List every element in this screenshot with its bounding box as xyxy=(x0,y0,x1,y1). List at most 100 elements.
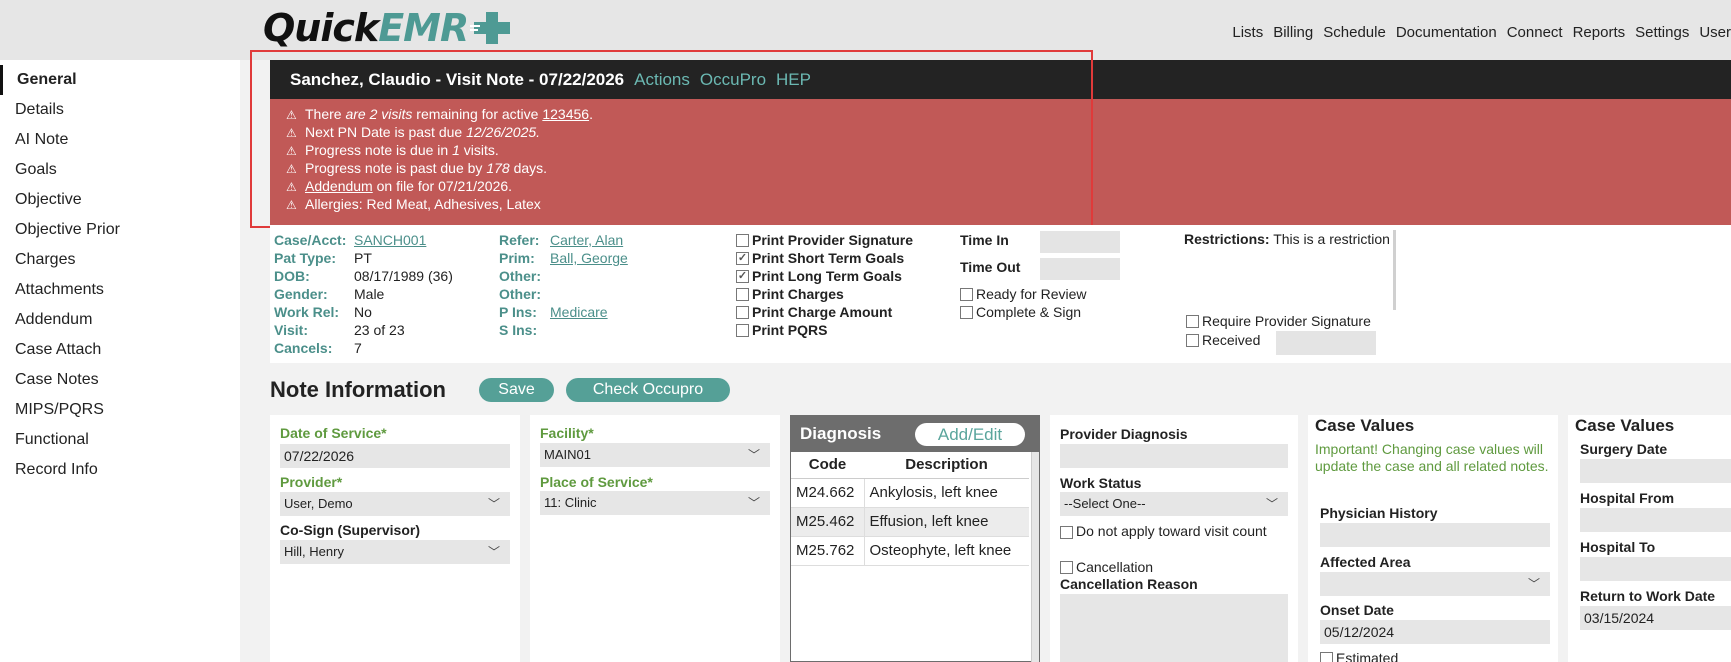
checkbox-empty[interactable] xyxy=(736,233,749,247)
sidebar-item-charges[interactable]: Charges xyxy=(0,245,240,275)
nav-user[interactable]: User xyxy=(1699,24,1731,41)
alert-progress-due: ⚠ Progress note is due in 1 visits. xyxy=(286,142,499,158)
diagnosis-scrollbar[interactable] xyxy=(1031,452,1039,662)
sidebar-item-goals[interactable]: Goals xyxy=(0,155,240,185)
chevron-down-icon: ﹀ xyxy=(747,496,760,510)
case-number-link[interactable]: 123456 xyxy=(542,106,589,122)
require-provider-signature-checkbox[interactable]: Require Provider Signature xyxy=(1186,312,1371,330)
logo-text-quick: Quick xyxy=(263,6,379,50)
occupro-link[interactable]: OccuPro xyxy=(700,70,766,90)
diagnosis-panel: Diagnosis Add/Edit Code Description M24.6… xyxy=(790,415,1040,662)
table-row[interactable]: M25.762 Osteophyte, left knee xyxy=(791,536,1029,566)
sidebar-item-functional[interactable]: Functional xyxy=(0,425,240,455)
checkbox-empty[interactable] xyxy=(1060,560,1073,574)
dos-input[interactable]: 07/22/2026 xyxy=(280,444,510,468)
provider-select[interactable]: User, Demo ﹀ xyxy=(280,492,510,516)
physician-history-input[interactable] xyxy=(1320,523,1550,547)
print-pqrs-checkbox[interactable]: Print PQRS xyxy=(736,321,827,339)
checkbox-empty[interactable] xyxy=(1060,526,1073,539)
nav-schedule[interactable]: Schedule xyxy=(1323,24,1386,41)
nav-reports[interactable]: Reports xyxy=(1573,24,1626,41)
ready-for-review-checkbox[interactable]: Ready for Review xyxy=(960,285,1087,303)
cancellation-checkbox[interactable]: Cancellation xyxy=(1060,558,1153,576)
nav-connect[interactable]: Connect xyxy=(1507,24,1563,41)
print-charge-amount-checkbox[interactable]: Print Charge Amount xyxy=(736,303,892,321)
received-date-input[interactable] xyxy=(1276,331,1376,355)
complete-sign-checkbox[interactable]: Complete & Sign xyxy=(960,303,1081,321)
warning-icon: ⚠ xyxy=(286,180,297,194)
actions-link[interactable]: Actions xyxy=(634,70,690,90)
hospital-from-input[interactable] xyxy=(1580,508,1731,532)
p-ins-link[interactable]: Medicare xyxy=(550,304,608,320)
hospital-from-label: Hospital From xyxy=(1580,490,1675,506)
sidebar-item-case-notes[interactable]: Case Notes xyxy=(0,365,240,395)
return-to-work-input[interactable]: 03/15/2024 xyxy=(1580,606,1731,630)
print-charges-checkbox[interactable]: Print Charges xyxy=(736,285,844,303)
nav-documentation[interactable]: Documentation xyxy=(1396,24,1497,41)
print-provider-signature-checkbox[interactable]: Print Provider Signature xyxy=(736,231,913,249)
provider-dx-input[interactable] xyxy=(1060,444,1288,468)
nav-settings[interactable]: Settings xyxy=(1635,24,1689,41)
checkbox-empty[interactable] xyxy=(1186,314,1199,328)
sidebar-item-addendum[interactable]: Addendum xyxy=(0,305,240,335)
case-acct-link[interactable]: SANCH001 xyxy=(354,232,426,248)
checkbox-empty[interactable] xyxy=(736,323,749,337)
add-edit-button[interactable]: Add/Edit xyxy=(915,423,1025,446)
save-button[interactable]: Save xyxy=(479,378,554,402)
diagnosis-header: Diagnosis Add/Edit xyxy=(791,416,1039,452)
onset-date-input[interactable]: 05/12/2024 xyxy=(1320,620,1550,644)
sidebar-item-mips-pqrs[interactable]: MIPS/PQRS xyxy=(0,395,240,425)
app-logo[interactable]: Quick EMR xyxy=(263,6,514,50)
restrictions-box[interactable]: Restrictions: This is a restriction xyxy=(1184,230,1396,310)
facility-select[interactable]: MAIN01 ﹀ xyxy=(540,443,770,467)
checkbox-empty[interactable] xyxy=(960,305,973,319)
estimated-checkbox[interactable]: Estimated xyxy=(1320,649,1398,662)
sidebar-item-details[interactable]: Details xyxy=(0,95,240,125)
work-status-select[interactable]: --Select One-- ﹀ xyxy=(1060,492,1288,516)
time-in-label: Time In xyxy=(960,232,1009,248)
hep-link[interactable]: HEP xyxy=(776,70,811,90)
time-out-input[interactable] xyxy=(1040,258,1120,280)
checkbox-empty[interactable] xyxy=(1320,651,1333,662)
affected-area-select[interactable]: ﹀ xyxy=(1320,572,1550,596)
print-short-term-goals-checkbox[interactable]: ✓ Print Short Term Goals xyxy=(736,249,904,267)
check-occupro-button[interactable]: Check Occupro xyxy=(566,378,730,402)
surgery-date-input[interactable] xyxy=(1580,459,1731,483)
prim-link[interactable]: Ball, George xyxy=(550,250,628,266)
sidebar-item-attachments[interactable]: Attachments xyxy=(0,275,240,305)
sidebar-item-case-attach[interactable]: Case Attach xyxy=(0,335,240,365)
checkbox-checked[interactable]: ✓ xyxy=(736,269,749,283)
top-bar: Quick EMR Lists Billing Schedule Document… xyxy=(0,0,1731,60)
checkbox-empty[interactable] xyxy=(736,287,749,301)
checkbox-empty[interactable] xyxy=(736,305,749,319)
checkbox-empty[interactable] xyxy=(1186,333,1199,347)
received-checkbox[interactable]: Received xyxy=(1186,331,1260,349)
sidebar-item-objective-prior[interactable]: Objective Prior xyxy=(0,215,240,245)
time-in-input[interactable] xyxy=(1040,231,1120,253)
cancel-reason-input[interactable] xyxy=(1060,594,1288,662)
sidebar-item-ai-note[interactable]: AI Note xyxy=(0,125,240,155)
cancels: Cancels: 7 xyxy=(274,340,362,356)
table-row[interactable]: M24.662 Ankylosis, left knee xyxy=(791,478,1029,508)
print-long-term-goals-checkbox[interactable]: ✓ Print Long Term Goals xyxy=(736,267,902,285)
case-acct: Case/Acct: SANCH001 xyxy=(274,232,427,248)
sidebar-item-general[interactable]: General xyxy=(0,65,240,95)
sidebar-item-objective[interactable]: Objective xyxy=(0,185,240,215)
sidebar-item-record-info[interactable]: Record Info xyxy=(0,455,240,485)
nav-lists[interactable]: Lists xyxy=(1232,24,1263,41)
no-apply-checkbox[interactable]: Do not apply toward visit count xyxy=(1060,523,1280,557)
work-status-label: Work Status xyxy=(1060,475,1142,491)
hospital-to-input[interactable] xyxy=(1580,557,1731,581)
chevron-down-icon: ﹀ xyxy=(1265,497,1278,511)
checkbox-checked[interactable]: ✓ xyxy=(736,251,749,265)
pos-select[interactable]: 11: Clinic ﹀ xyxy=(540,491,770,515)
refer-link[interactable]: Carter, Alan xyxy=(550,232,623,248)
physician-history-label: Physician History xyxy=(1320,505,1438,521)
cosign-select[interactable]: Hill, Henry ﹀ xyxy=(280,540,510,564)
checkbox-empty[interactable] xyxy=(960,287,973,301)
nav-billing[interactable]: Billing xyxy=(1273,24,1313,41)
addendum-link[interactable]: Addendum xyxy=(305,178,373,194)
col-description: Description xyxy=(864,452,1029,479)
other-1: Other: xyxy=(499,268,541,284)
table-row[interactable]: M25.462 Effusion, left knee xyxy=(791,507,1029,537)
